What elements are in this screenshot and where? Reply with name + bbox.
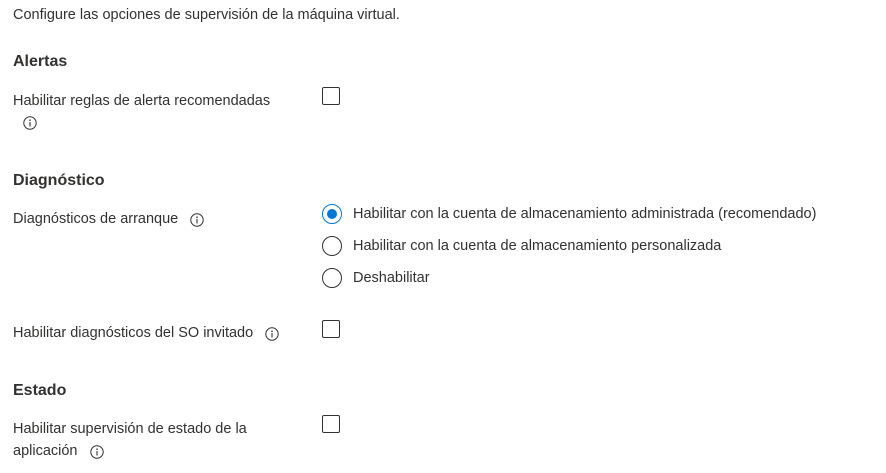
intro-text: Configure las opciones de supervisión de…	[13, 7, 400, 23]
section-title-alerts: Alertas	[13, 53, 68, 70]
boot-diagnostics-label: Diagnósticos de arranque	[13, 208, 204, 230]
radio-label: Deshabilitar	[353, 270, 430, 286]
radio-label: Habilitar con la cuenta de almacenamient…	[353, 238, 722, 254]
info-icon[interactable]	[265, 326, 279, 341]
radio-selected-icon[interactable]	[322, 204, 342, 224]
radio-icon[interactable]	[322, 268, 342, 288]
guest-os-diagnostics-label-text: Habilitar diagnósticos del SO invitado	[13, 325, 254, 341]
app-health-label-line2-text: aplicación	[13, 443, 78, 459]
info-icon[interactable]	[190, 212, 204, 227]
enable-alert-rules-checkbox[interactable]	[322, 87, 340, 105]
boot-option-disable[interactable]: Deshabilitar	[322, 267, 430, 289]
boot-option-custom[interactable]: Habilitar con la cuenta de almacenamient…	[322, 235, 721, 257]
section-title-health: Estado	[13, 382, 67, 399]
info-icon[interactable]	[89, 444, 104, 459]
radio-icon[interactable]	[322, 236, 342, 256]
boot-diagnostics-label-text: Diagnósticos de arranque	[13, 211, 179, 227]
info-icon[interactable]	[23, 116, 37, 130]
app-health-checkbox[interactable]	[322, 415, 340, 433]
radio-label: Habilitar con la cuenta de almacenamient…	[353, 206, 817, 222]
app-health-label-line1: Habilitar supervisión de estado de la	[13, 421, 247, 437]
section-title-diagnostics: Diagnóstico	[13, 172, 105, 189]
guest-os-diagnostics-label: Habilitar diagnósticos del SO invitado	[13, 322, 279, 344]
app-health-label-line2: aplicación	[13, 440, 104, 462]
enable-alert-rules-label: Habilitar reglas de alerta recomendadas	[13, 93, 271, 109]
boot-option-managed[interactable]: Habilitar con la cuenta de almacenamient…	[322, 203, 816, 225]
guest-os-diagnostics-checkbox[interactable]	[322, 320, 340, 338]
